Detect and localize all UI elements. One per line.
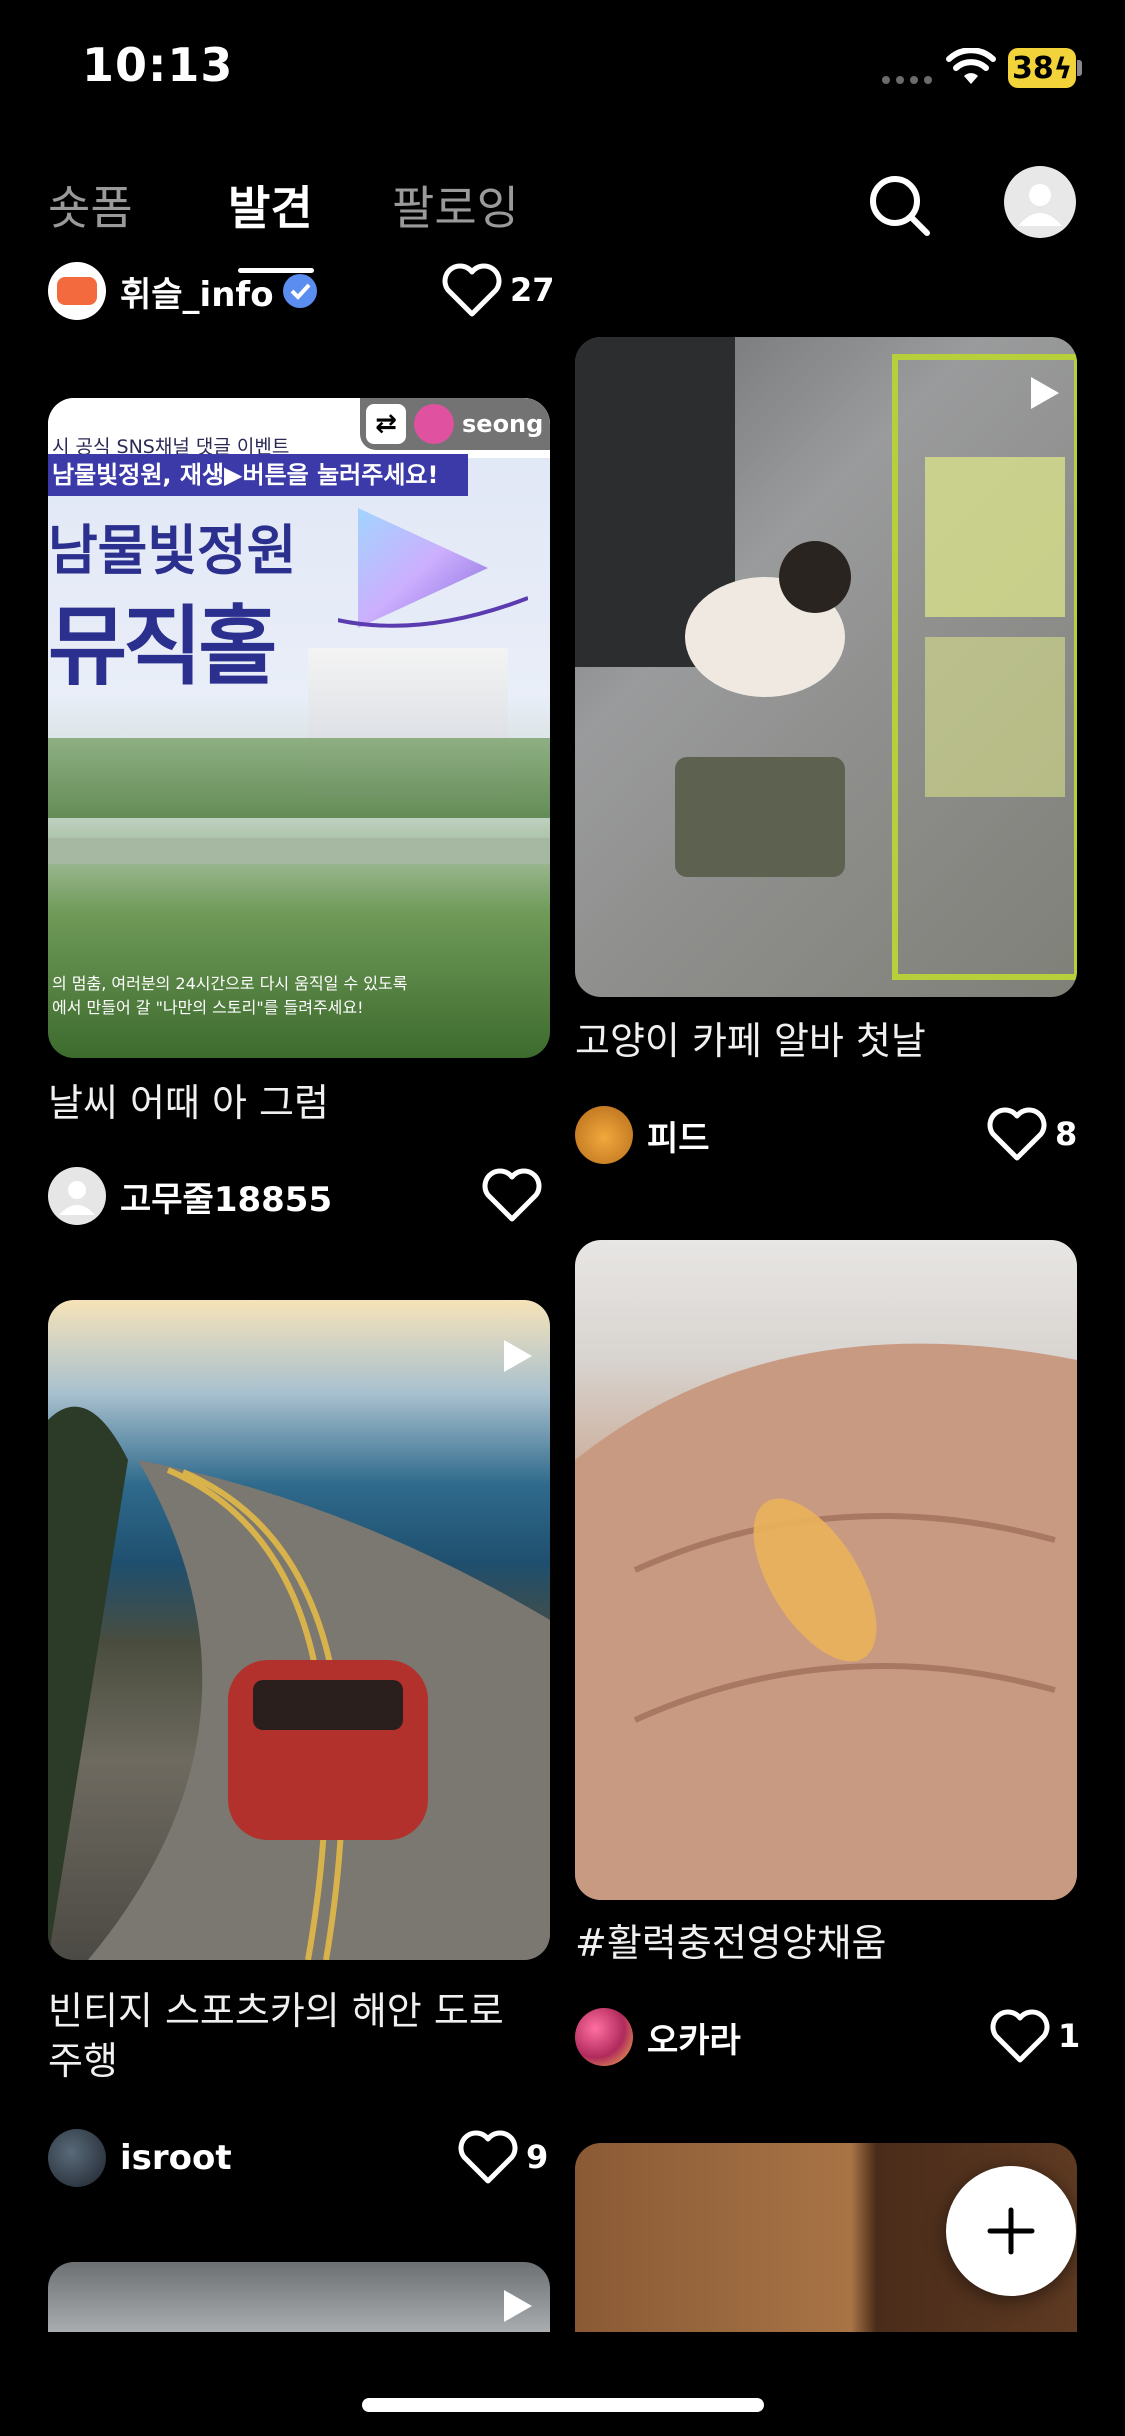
battery-icon: 38 ϟ [1008,48,1076,88]
card-author[interactable]: 오카라 [575,2008,741,2066]
hand-capsule-graphic [575,1343,1077,1900]
tab-discover[interactable]: 발견 [228,172,313,238]
trees-graphic [48,738,550,818]
battery-level: 38 [1012,50,1054,86]
card-image-event[interactable]: 시 공식 SNS채널 댓글 이벤트 남물빛정원, 재생▶버튼을 눌러주세요! ⇄… [48,398,550,1058]
repost-avatar [414,404,454,444]
plus-icon [987,2207,1035,2255]
repost-icon: ⇄ [366,404,406,444]
repost-chip[interactable]: ⇄ seong [360,398,550,450]
play-icon [504,2290,532,2322]
home-indicator [362,2398,764,2412]
author-avatar [48,2129,106,2187]
like-button[interactable]: 27 [442,262,555,318]
card-author[interactable]: 고무줄18855 [48,1167,332,1225]
card-caption[interactable]: 날씨 어때 아 그럼 [48,1078,550,1128]
play-icon [504,1340,532,1372]
heart-icon [482,1168,542,1222]
like-count: 9 [526,2138,549,2176]
tab-shortform[interactable]: 숏폼 [48,172,133,238]
author-name: 피드 [647,1118,710,1159]
battery-cap [1077,60,1082,76]
repost-username: seong [462,410,544,438]
signal-icon [882,76,932,84]
user-icon [59,1181,95,1215]
like-count: 1 [1058,2017,1081,2055]
create-post-button[interactable] [946,2166,1076,2296]
like-button[interactable] [482,1167,550,1223]
status-time: 10:13 [82,38,234,92]
card-author[interactable]: 피드 [575,1106,710,1164]
verified-badge-icon [282,274,317,308]
author-avatar [48,262,106,320]
music-play-graphic [338,508,528,628]
card-caption[interactable]: 빈티지 스포츠카의 해안 도로 주행 [48,1986,508,2086]
author-name: 오카라 [647,2020,741,2061]
author-avatar [575,1106,633,1164]
banner-bottom-line1: 의 멈춤, 여러분의 24시간으로 다시 움직일 수 있도록 [52,974,408,993]
like-button[interactable]: 9 [458,2129,548,2185]
like-button[interactable]: 8 [987,1106,1077,1162]
like-count: 8 [1055,1115,1078,1153]
author-name: 휘슬_info [120,274,274,315]
banner-bottom-line2: 에서 만들어 갈 "나만의 스토리"를 들려주세요! [52,998,364,1017]
road-graphic [48,1406,550,1960]
tab-following[interactable]: 팔로잉 [392,172,519,238]
author-name: 고무줄18855 [120,1179,333,1220]
user-icon [1018,184,1062,226]
card-image-car[interactable] [48,1300,550,1960]
heart-icon [458,2130,518,2184]
like-button[interactable]: 1 [990,2008,1080,2064]
like-count: 27 [510,271,555,309]
wifi-icon [946,48,996,84]
profile-avatar-button[interactable] [1004,166,1076,238]
heart-icon [987,1107,1047,1161]
card-image-capsule[interactable] [575,1240,1077,1900]
author-avatar [48,1167,106,1225]
author-avatar [575,2008,633,2066]
play-icon [1031,377,1059,409]
partial-card-author[interactable]: 휘슬_info [48,262,320,320]
banner-sub-text: 남물빛정원, 재생▶버튼을 눌러주세요! [48,454,468,496]
author-name: isroot [120,2138,232,2178]
card-image-partial[interactable] [48,2262,550,2332]
search-icon[interactable] [866,172,932,238]
heart-icon [990,2009,1050,2063]
card-caption[interactable]: 고양이 카페 알바 첫날 [575,1016,1077,1066]
banner-title-line1: 남물빛정원 [48,519,297,582]
card-author[interactable]: isroot [48,2129,232,2187]
walkway-graphic [48,838,550,864]
banner-title-line2: 뮤직홀 [48,597,277,697]
cafe-scene-graphic [575,337,1077,980]
card-image-cat-cafe[interactable] [575,337,1077,997]
card-caption[interactable]: #활력충전영양채움 [575,1918,1077,1968]
heart-icon [442,263,502,317]
